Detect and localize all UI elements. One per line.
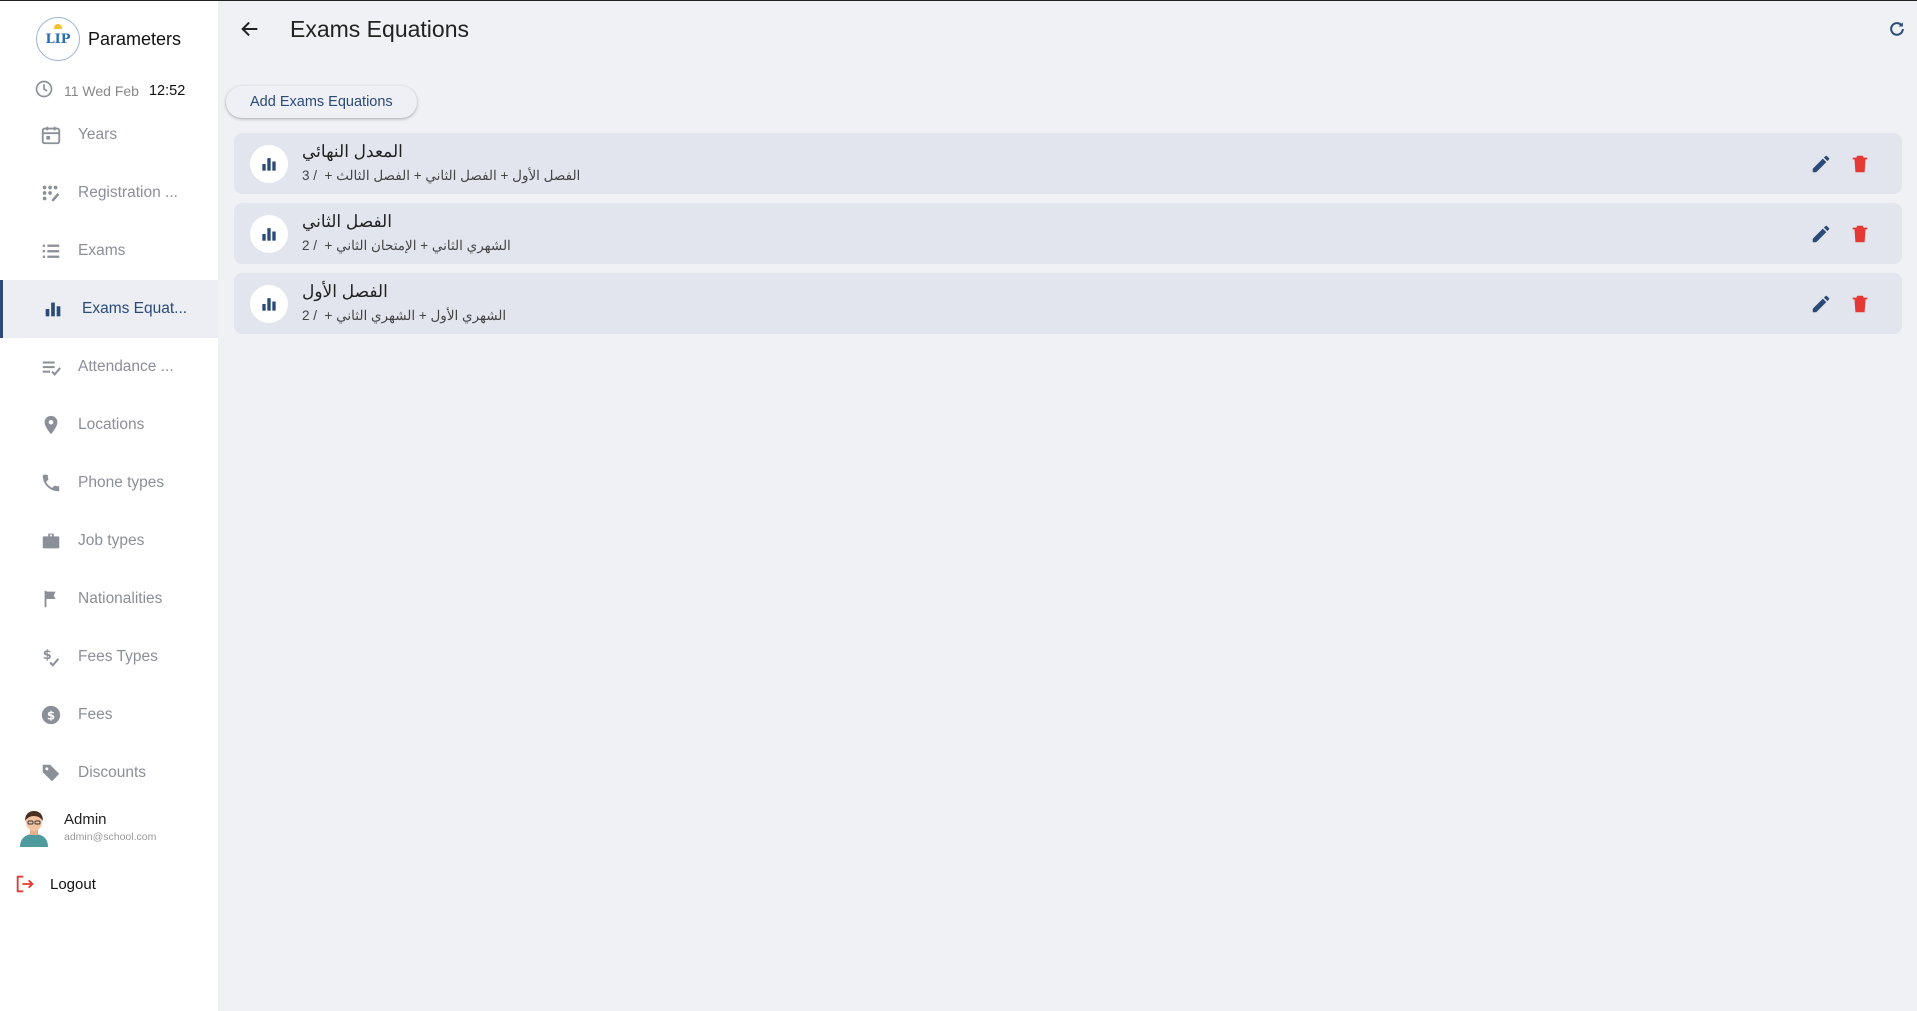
edit-button[interactable] bbox=[1808, 151, 1834, 177]
sidebar-item-years[interactable]: Years bbox=[0, 106, 218, 164]
user-email: admin@school.com bbox=[64, 831, 157, 843]
pencil-icon bbox=[1812, 225, 1830, 243]
clock-icon bbox=[34, 79, 54, 102]
svg-text:$: $ bbox=[43, 648, 52, 663]
sidebar-item-label: Fees Types bbox=[78, 648, 158, 665]
sidebar-item-exams-equations[interactable]: Exams Equat... bbox=[0, 280, 218, 338]
tag-icon bbox=[38, 760, 64, 786]
sidebar-item-label: Phone types bbox=[78, 474, 165, 491]
equation-formula: 3 / + الفصل الأول + الفصل الثاني + الفصل… bbox=[302, 168, 581, 183]
user-name: Admin bbox=[64, 811, 107, 828]
logout-label: Logout bbox=[50, 875, 96, 893]
page-title: Exams Equations bbox=[290, 16, 469, 42]
app-title: Parameters bbox=[88, 28, 182, 49]
equation-title: المعدل النهائي bbox=[302, 142, 403, 161]
bar-chart-icon bbox=[250, 145, 288, 183]
list-item[interactable]: المعدل النهائي 3 / + الفصل الأول + الفصل… bbox=[234, 133, 1902, 194]
dollar-circle-icon: $ bbox=[38, 702, 64, 728]
sidebar-item-label: Job types bbox=[78, 532, 145, 549]
brand: LIP Parameters bbox=[36, 17, 181, 61]
trash-icon bbox=[1852, 155, 1868, 173]
user-profile[interactable]: Admin admin@school.com bbox=[18, 807, 156, 847]
bar-chart-icon bbox=[250, 215, 288, 253]
list-item[interactable]: الفصل الثاني 2 / + الشهري الثاني + الإمت… bbox=[234, 203, 1902, 264]
equation-title: الفصل الثاني bbox=[302, 212, 392, 231]
registration-icon bbox=[38, 180, 64, 206]
briefcase-icon bbox=[38, 528, 64, 554]
sidebar-item-label: Years bbox=[78, 126, 118, 143]
location-pin-icon bbox=[38, 412, 64, 438]
delete-button[interactable] bbox=[1847, 221, 1873, 247]
flag-icon bbox=[38, 586, 64, 612]
sidebar-item-registration[interactable]: Registration ... bbox=[0, 164, 218, 222]
datetime: 11 Wed Feb 12:52 bbox=[34, 79, 185, 102]
list-item[interactable]: الفصل الأول 2 / + الشهري الأول + الشهري … bbox=[234, 273, 1902, 334]
fee-type-icon: $ bbox=[38, 644, 64, 670]
logout-button[interactable]: Logout bbox=[14, 873, 96, 895]
calendar-icon bbox=[38, 122, 64, 148]
page-header: Exams Equations bbox=[218, 1, 1917, 61]
sidebar-item-label: Exams bbox=[78, 242, 126, 259]
pencil-icon bbox=[1812, 295, 1830, 313]
avatar bbox=[18, 807, 50, 847]
refresh-icon bbox=[1887, 19, 1907, 44]
refresh-button[interactable] bbox=[1883, 17, 1911, 45]
list-icon bbox=[38, 238, 64, 264]
sidebar-item-job-types[interactable]: Job types bbox=[0, 512, 218, 570]
svg-text:$: $ bbox=[47, 709, 55, 723]
sidebar-item-attendance[interactable]: Attendance ... bbox=[0, 338, 218, 396]
sidebar-item-label: Discounts bbox=[78, 764, 147, 781]
sidebar-item-label: Attendance ... bbox=[78, 358, 174, 375]
sidebar-item-fees-types[interactable]: $ Fees Types bbox=[0, 628, 218, 686]
edit-button[interactable] bbox=[1808, 291, 1834, 317]
phone-icon bbox=[38, 470, 64, 496]
delete-button[interactable] bbox=[1847, 151, 1873, 177]
equation-title: الفصل الأول bbox=[302, 282, 388, 301]
bar-chart-icon bbox=[250, 285, 288, 323]
logout-icon bbox=[14, 873, 36, 895]
logo-text: LIP bbox=[45, 31, 71, 47]
sidebar-item-label: Nationalities bbox=[78, 590, 163, 607]
equation-formula: 2 / + الشهري الثاني + الإمتحان الثاني bbox=[302, 238, 511, 253]
sidebar: LIP Parameters 11 Wed Feb 12:52 Years Re… bbox=[0, 1, 218, 1011]
current-time: 12:52 bbox=[148, 82, 186, 99]
sidebar-item-discounts[interactable]: Discounts bbox=[0, 744, 218, 802]
trash-icon bbox=[1852, 295, 1868, 313]
sidebar-item-fees[interactable]: $ Fees bbox=[0, 686, 218, 744]
checklist-icon bbox=[38, 354, 64, 380]
user-info: Admin admin@school.com bbox=[64, 811, 156, 843]
equations-list: المعدل النهائي 3 / + الفصل الأول + الفصل… bbox=[234, 133, 1902, 343]
logo-sun-icon bbox=[54, 24, 62, 29]
sidebar-item-phone-types[interactable]: Phone types bbox=[0, 454, 218, 512]
edit-button[interactable] bbox=[1808, 221, 1834, 247]
pencil-icon bbox=[1812, 155, 1830, 173]
sidebar-item-locations[interactable]: Locations bbox=[0, 396, 218, 454]
sidebar-item-label: Exams Equat... bbox=[82, 300, 188, 317]
trash-icon bbox=[1852, 225, 1868, 243]
school-logo: LIP bbox=[36, 17, 80, 61]
sidebar-item-label: Registration ... bbox=[78, 184, 178, 201]
arrow-left-icon bbox=[239, 18, 261, 45]
current-date: 11 Wed Feb bbox=[64, 82, 139, 99]
sidebar-item-label: Locations bbox=[78, 416, 145, 433]
sidebar-item-exams[interactable]: Exams bbox=[0, 222, 218, 280]
bar-chart-icon bbox=[40, 296, 66, 322]
delete-button[interactable] bbox=[1847, 291, 1873, 317]
sidebar-nav: Years Registration ... Exams Exams Equat… bbox=[0, 106, 218, 802]
back-button[interactable] bbox=[236, 17, 264, 45]
add-exams-equations-button[interactable]: Add Exams Equations bbox=[226, 86, 417, 118]
sidebar-item-label: Fees bbox=[78, 706, 113, 723]
sidebar-item-nationalities[interactable]: Nationalities bbox=[0, 570, 218, 628]
equation-formula: 2 / + الشهري الأول + الشهري الثاني bbox=[302, 308, 507, 323]
